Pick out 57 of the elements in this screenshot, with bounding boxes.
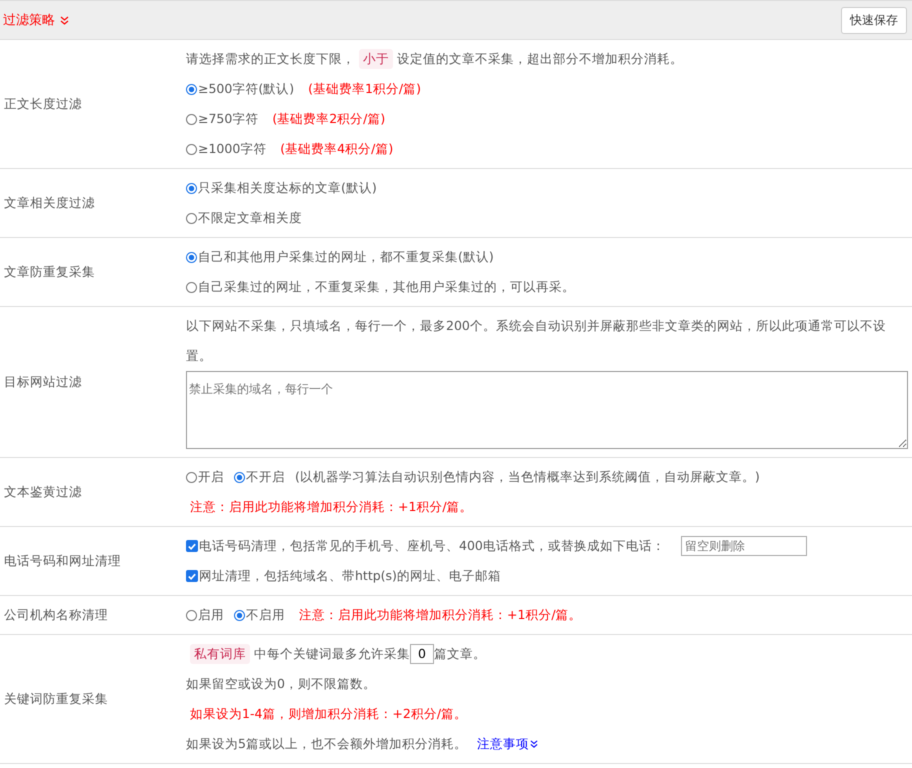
phone-input-field[interactable]: 留空则删除 <box>680 536 807 556</box>
radio-label[interactable]: 自己和其他用户采集过的网址，都不重复采集(默认) <box>198 242 494 272</box>
radio-label[interactable]: 开启 <box>198 462 224 492</box>
radio-label[interactable]: 不启用 <box>246 600 285 630</box>
description-text: 篇文章。 <box>434 645 486 663</box>
description-text: 请选择需求的正文长度下限， <box>186 50 355 68</box>
highlight-tag: 私有词库 <box>190 644 250 664</box>
radio-label[interactable]: 自己采集过的网址，不重复采集，其他用户采集过的，可以再采。 <box>198 272 575 302</box>
row-label: 文本鉴黄过滤 <box>4 484 82 500</box>
notice-text: (基础费率2积分/篇) <box>272 110 386 128</box>
double-chevron-icon[interactable] <box>60 16 69 24</box>
row-label: 文章相关度过滤 <box>4 194 95 212</box>
highlight-tag: 小于 <box>359 49 393 69</box>
description-text: 设定值的文章不采集，超出部分不增加积分消耗。 <box>397 50 683 68</box>
radio-label[interactable]: 启用 <box>198 600 224 630</box>
radio-button[interactable] <box>186 114 197 124</box>
checkbox[interactable] <box>186 570 198 582</box>
checkbox[interactable] <box>186 540 198 552</box>
radio-button[interactable] <box>186 212 197 224</box>
row-label: 文章防重复采集 <box>4 264 95 280</box>
checkbox-label[interactable]: 电话号码清理，包括常见的手机号、座机号、400电话格式，或替换成如下电话： <box>199 531 665 561</box>
radio-button[interactable] <box>186 84 197 94</box>
radio-button[interactable] <box>234 610 245 620</box>
checkbox-label[interactable]: 网址清理，包括纯域名、带http(s)的网址、电子邮箱 <box>199 561 501 591</box>
description-text: 如果设为5篇或以上，也不会额外增加积分消耗。 <box>186 735 467 753</box>
notice-text: 如果设为1-4篇，则增加积分消耗：+2积分/篇。 <box>190 705 468 723</box>
radio-button[interactable] <box>186 610 197 620</box>
radio-label[interactable]: ≥750字符 <box>198 104 258 134</box>
radio-button[interactable] <box>186 182 197 194</box>
quick-save-button[interactable]: 快速保存 <box>841 6 907 34</box>
row-label: 目标网站过滤 <box>4 374 82 390</box>
row-label: 公司机构名称清理 <box>4 606 108 624</box>
radio-label[interactable]: 只采集相关度达标的文章(默认) <box>198 173 377 203</box>
notice-text: (基础费率1积分/篇) <box>308 80 422 98</box>
notice-text: (基础费率4积分/篇) <box>280 140 394 158</box>
notice-text: 注意：启用此功能将增加积分消耗：+1积分/篇。 <box>299 606 582 624</box>
double-chevron-icon[interactable] <box>530 740 538 748</box>
row-label: 正文长度过滤 <box>4 96 82 112</box>
radio-button[interactable] <box>186 144 197 154</box>
radio-label[interactable]: ≥1000字符 <box>198 134 266 164</box>
description-text: 以下网站不采集，只填域名，每行一个，最多200个。系统会自动识别并屏蔽那些非文章类的网站，所以此项通常可以不设置。 <box>186 317 887 365</box>
row-label: 关键词防重复采集 <box>4 690 108 708</box>
notice-text: 注意：启用此功能将增加积分消耗：+1积分/篇。 <box>190 498 473 516</box>
row-label: 电话号码和网址清理 <box>4 552 121 570</box>
domain-textarea[interactable]: 禁止采集的域名，每行一个 <box>186 371 908 449</box>
radio-label[interactable]: 不开启 <box>246 462 285 492</box>
radio-button[interactable] <box>186 282 197 292</box>
radio-label[interactable]: ≥500字符(默认) <box>198 74 294 104</box>
radio-label[interactable]: 不限定文章相关度 <box>198 203 302 233</box>
radio-button[interactable] <box>186 472 197 482</box>
description-text: 如果留空或设为0，则不限篇数。 <box>186 675 376 693</box>
count-input-field[interactable]: 0 <box>410 644 434 664</box>
radio-button[interactable] <box>234 472 245 482</box>
radio-button[interactable] <box>186 252 197 262</box>
notes-link[interactable]: 注意事项 <box>476 729 538 759</box>
description-text: (以机器学习算法自动识别色情内容，当色情概率达到系统阈值，自动屏蔽文章。) <box>295 468 760 486</box>
description-text: 中每个关键词最多允许采集 <box>254 645 410 663</box>
